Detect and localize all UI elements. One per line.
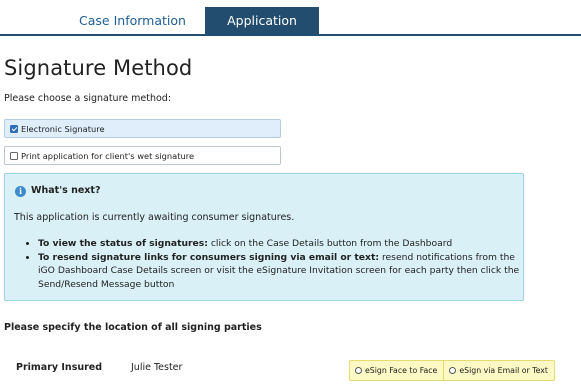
info-title: What's next? xyxy=(31,185,101,196)
bullet-text: click on the Case Details button from th… xyxy=(207,238,453,249)
info-text: This application is currently awaiting c… xyxy=(14,212,295,223)
party-role: Primary Insured xyxy=(16,362,103,373)
signature-method-prompt: Please choose a signature method: xyxy=(4,93,172,104)
radio-label: eSign Face to Face xyxy=(365,366,438,375)
list-item: To resend signature links for consumers … xyxy=(38,251,523,292)
info-bullet-list: To view the status of signatures: click … xyxy=(23,237,523,292)
option-electronic-signature[interactable]: Electronic Signature xyxy=(4,119,281,138)
tab-application[interactable]: Application xyxy=(205,7,319,34)
whats-next-info-panel: i What's next? This application is curre… xyxy=(4,173,524,301)
checkbox-checked-icon[interactable] xyxy=(10,124,18,133)
radio-label: eSign via Email or Text xyxy=(459,366,548,375)
option-label: Print application for client's wet signa… xyxy=(21,150,195,161)
esign-face-to-face-option[interactable]: eSign Face to Face xyxy=(350,361,443,380)
option-print-wet-signature[interactable]: Print application for client's wet signa… xyxy=(4,146,281,165)
page-title: Signature Method xyxy=(4,56,193,80)
signing-location-heading: Please specify the location of all signi… xyxy=(4,322,262,333)
radio-button-icon[interactable] xyxy=(449,367,457,374)
info-icon: i xyxy=(15,186,26,197)
bullet-bold: To resend signature links for consumers … xyxy=(38,251,380,263)
tab-underline xyxy=(0,34,581,36)
tab-bar: Case Information Application xyxy=(0,0,581,34)
radio-button-icon[interactable] xyxy=(355,367,362,374)
checkbox-unchecked-icon[interactable] xyxy=(10,151,18,160)
esign-email-or-text-option[interactable]: eSign via Email or Text xyxy=(443,361,554,380)
option-label: Electronic Signature xyxy=(21,123,105,134)
list-item: To view the status of signatures: click … xyxy=(38,237,523,251)
party-name: Julie Tester xyxy=(131,362,183,373)
bullet-bold: To view the status of signatures: xyxy=(38,238,208,249)
esign-location-options: eSign Face to Face eSign via Email or Te… xyxy=(349,360,555,381)
tab-case-information[interactable]: Case Information xyxy=(60,7,205,34)
